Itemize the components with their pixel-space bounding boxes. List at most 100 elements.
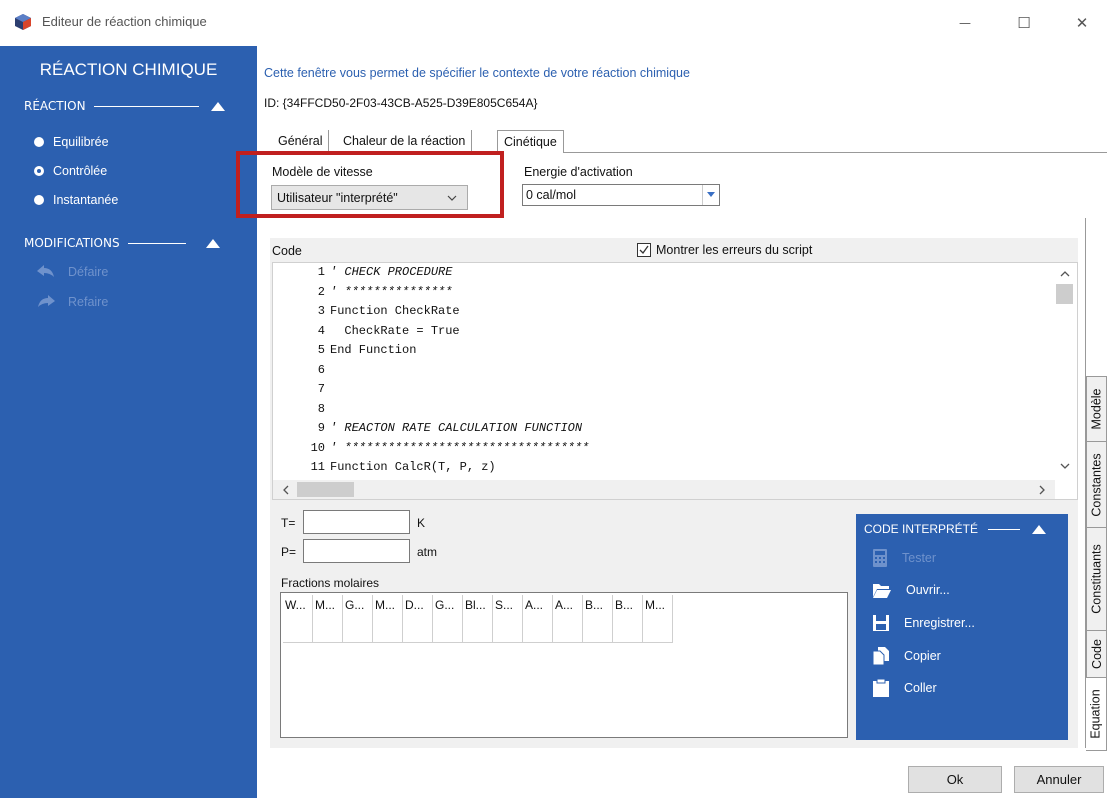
grid-cell[interactable]	[313, 616, 343, 643]
horizontal-scroll-thumb[interactable]	[297, 482, 354, 497]
line-number: 8	[317, 401, 325, 416]
copy-button[interactable]: Copier	[872, 646, 941, 666]
line-number: 9	[317, 421, 325, 435]
grid-cell[interactable]	[613, 616, 643, 643]
dropdown-arrow-button[interactable]	[702, 185, 719, 205]
grid-cell[interactable]	[373, 616, 403, 643]
cancel-button[interactable]: Annuler	[1014, 766, 1104, 793]
code-line[interactable]: 2 ' ***************	[273, 285, 453, 304]
undo-icon	[37, 265, 54, 277]
vertical-scrollbar[interactable]	[1055, 263, 1077, 481]
code-line[interactable]: 6	[273, 363, 330, 382]
grid-column-header[interactable]: M...	[373, 595, 403, 616]
scroll-down-icon[interactable]	[1060, 463, 1070, 469]
ok-button[interactable]: Ok	[908, 766, 1002, 793]
mole-fractions-grid[interactable]: W... M... G... M... D... G... Bl... S... A... A..…	[280, 592, 848, 738]
collapse-up-icon[interactable]	[205, 238, 220, 248]
radio-instantanee[interactable]: Instantanée	[34, 193, 118, 207]
radio-button-icon[interactable]	[34, 137, 44, 147]
grid-cell[interactable]	[493, 616, 523, 643]
code-editor[interactable]: 1 ' CHECK PROCEDURE 2 ' *************** 3 Fun…	[272, 262, 1078, 500]
grid-column-header[interactable]: A...	[523, 595, 553, 616]
grid-column-header[interactable]: W...	[283, 595, 313, 616]
interpreted-code-panel: CODE INTERPRÉTÉ Tester Ouvrir... Enregis…	[856, 514, 1068, 740]
collapse-up-icon[interactable]	[210, 101, 225, 111]
code-line[interactable]: 9 ' REACTON RATE CALCULATION FUNCTION	[273, 421, 582, 440]
interpreted-code-title: CODE INTERPRÉTÉ	[864, 522, 979, 536]
tab-general[interactable]: Général	[272, 130, 330, 153]
code-line[interactable]: 7	[273, 382, 330, 401]
paste-button[interactable]: Coller	[872, 678, 937, 698]
test-button[interactable]: Tester	[872, 548, 936, 568]
grid-column-header[interactable]: M...	[643, 595, 673, 616]
reaction-section-header[interactable]: RÉACTION	[24, 99, 225, 113]
pressure-input[interactable]	[303, 539, 410, 563]
scroll-up-icon[interactable]	[1060, 271, 1070, 277]
modifications-section-header[interactable]: MODIFICATIONS	[24, 236, 220, 250]
open-button[interactable]: Ouvrir...	[872, 581, 950, 599]
vtab-equation[interactable]: Equation	[1086, 677, 1107, 751]
radio-controlee[interactable]: Contrôlée	[34, 164, 107, 178]
code-text: CheckRate = True	[330, 323, 460, 338]
vtab-label: Constituants	[1089, 544, 1104, 614]
grid-column-header[interactable]: Bl...	[463, 595, 493, 616]
grid-cell[interactable]	[433, 616, 463, 643]
undo-button[interactable]: Défaire	[36, 265, 108, 279]
vtab-model[interactable]: Modèle	[1086, 376, 1107, 442]
horizontal-scrollbar[interactable]	[273, 480, 1055, 499]
tab-kinetics[interactable]: Cinétique	[497, 130, 564, 153]
grid-cell[interactable]	[553, 616, 583, 643]
scroll-left-icon[interactable]	[283, 485, 289, 495]
minimize-button[interactable]: —	[945, 8, 985, 38]
collapse-up-icon[interactable]	[1032, 524, 1047, 534]
grid-column-header[interactable]: B...	[583, 595, 613, 616]
radio-button-checked-icon[interactable]	[34, 166, 44, 176]
code-line[interactable]: 11 Function CalcR(T, P, z)	[273, 460, 496, 479]
app-icon	[15, 14, 31, 30]
vtab-label: Modèle	[1089, 388, 1104, 430]
activation-energy-dropdown[interactable]: 0 cal/mol	[522, 184, 720, 206]
vtab-constants[interactable]: Constantes	[1086, 441, 1107, 528]
line-number: 6	[317, 362, 325, 377]
paste-icon	[873, 678, 889, 697]
save-button[interactable]: Enregistrer...	[872, 614, 975, 632]
code-line[interactable]: 5 End Function	[273, 343, 417, 362]
grid-column-header[interactable]: S...	[493, 595, 523, 616]
line-number: 11	[310, 460, 325, 474]
code-line[interactable]: 3 Function CheckRate	[273, 304, 460, 323]
interpreted-code-header[interactable]: CODE INTERPRÉTÉ	[864, 522, 1047, 536]
code-line[interactable]: 1 ' CHECK PROCEDURE	[273, 265, 453, 284]
grid-column-header[interactable]: A...	[553, 595, 583, 616]
radio-button-icon[interactable]	[34, 195, 44, 205]
code-line[interactable]: 10 ' **********************************	[273, 441, 590, 460]
redo-button[interactable]: Refaire	[36, 295, 108, 309]
sidebar: RÉACTION CHIMIQUE RÉACTION Equilibrée Co…	[0, 46, 257, 798]
grid-column-header[interactable]: B...	[613, 595, 643, 616]
code-text: Function CalcR(T, P, z)	[330, 460, 496, 474]
temperature-input[interactable]	[303, 510, 410, 534]
grid-column-header[interactable]: G...	[433, 595, 463, 616]
scroll-right-icon[interactable]	[1039, 485, 1045, 495]
tab-heat[interactable]: Chaleur de la réaction	[337, 130, 473, 153]
maximize-button[interactable]: ☐	[1004, 8, 1044, 38]
code-line[interactable]: 4 CheckRate = True	[273, 324, 460, 343]
grid-cell[interactable]	[403, 616, 433, 643]
vtab-constituents[interactable]: Constituants	[1086, 527, 1107, 631]
grid-cell[interactable]	[463, 616, 493, 643]
open-label: Ouvrir...	[906, 583, 950, 597]
vertical-scroll-thumb[interactable]	[1056, 284, 1073, 304]
grid-column-header[interactable]: G...	[343, 595, 373, 616]
grid-cell[interactable]	[283, 616, 313, 643]
show-errors-checkbox[interactable]: Montrer les erreurs du script	[637, 243, 812, 257]
grid-column-header[interactable]: D...	[403, 595, 433, 616]
grid-cell[interactable]	[343, 616, 373, 643]
grid-cell[interactable]	[643, 616, 673, 643]
grid-cell[interactable]	[583, 616, 613, 643]
close-button[interactable]: ✕	[1062, 8, 1102, 38]
grid-cell[interactable]	[523, 616, 553, 643]
grid-column-header[interactable]: M...	[313, 595, 343, 616]
checkbox-checked-icon[interactable]	[637, 243, 651, 257]
radio-equilibree[interactable]: Equilibrée	[34, 135, 109, 149]
vtab-code[interactable]: Code	[1086, 630, 1107, 678]
code-line[interactable]: 8	[273, 402, 330, 421]
